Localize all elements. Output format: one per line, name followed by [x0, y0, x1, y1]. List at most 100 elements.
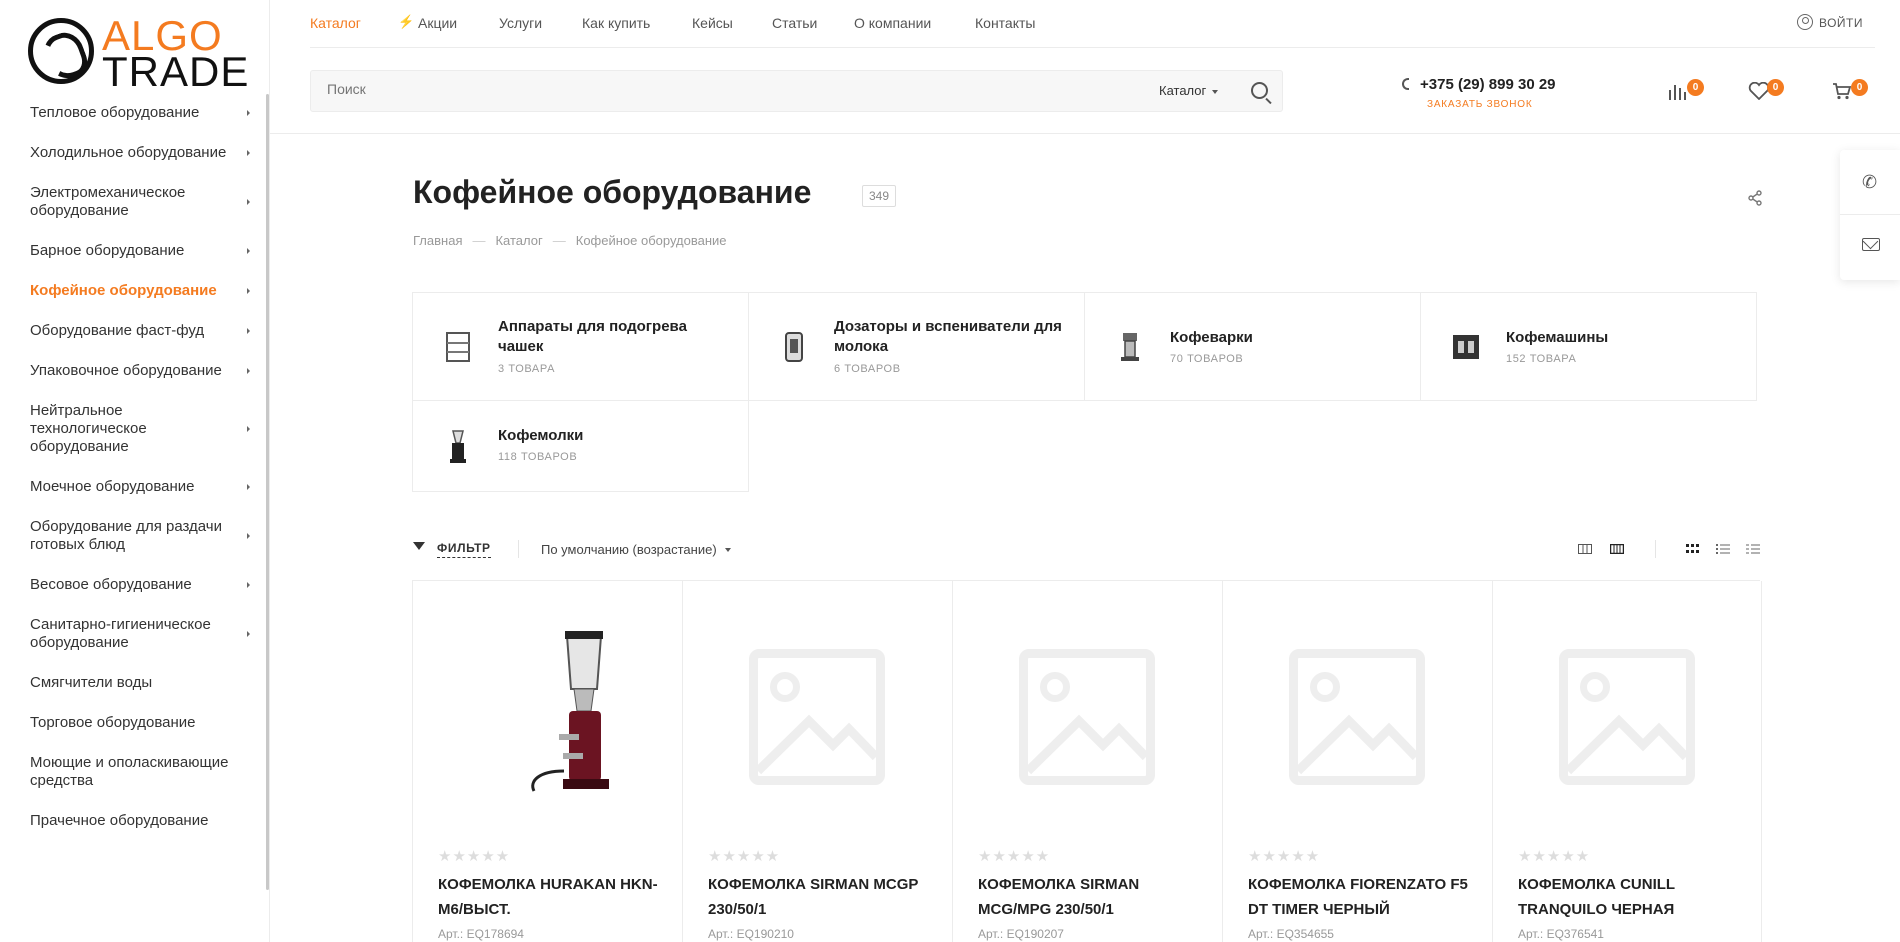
sidebar-item-packaging[interactable]: Упаковочное оборудование — [30, 362, 250, 380]
sidebar-scrollbar[interactable] — [266, 94, 269, 890]
chevron-right-icon — [247, 368, 250, 374]
sidebar-item-serving[interactable]: Оборудование для раздачи готовых блюд — [30, 518, 250, 554]
sidebar-item-thermal[interactable]: Тепловое оборудование — [30, 104, 250, 122]
callback-phone-icon[interactable]: ✆ — [1862, 172, 1877, 193]
sidebar-item-label: Моющие и ополаскивающие средства — [30, 754, 229, 789]
logo-text-trade: TRADE — [102, 48, 250, 95]
sidebar-item-refrigeration[interactable]: Холодильное оборудование — [30, 144, 250, 162]
sidebar-item-dishwashing[interactable]: Моечное оборудование — [30, 478, 250, 496]
login-button[interactable]: ВОЙТИ — [1796, 14, 1863, 30]
share-icon[interactable] — [1747, 190, 1763, 206]
milk-frother-thumbnail — [785, 332, 803, 362]
sidebar-item-laundry[interactable]: Прачечное оборудование — [30, 812, 250, 830]
chevron-right-icon — [247, 288, 250, 294]
nav-about[interactable]: О компании — [854, 15, 931, 31]
sidebar-item-label: Моечное оборудование — [30, 478, 195, 495]
callback-link[interactable]: ЗАКАЗАТЬ ЗВОНОК — [1427, 99, 1532, 110]
nav-cases[interactable]: Кейсы — [692, 15, 733, 31]
sidebar-item-coffee[interactable]: Кофейное оборудование — [30, 282, 250, 300]
breadcrumb-current: Кофейное оборудование — [575, 233, 727, 248]
product-name[interactable]: КОФЕМОЛКА SIRMAN MCG/MPG 230/50/1 — [978, 872, 1208, 922]
product-article: Арт.: EQ354655 — [1248, 927, 1334, 941]
subcategory-name: Кофеварки — [1170, 329, 1253, 346]
nav-contacts[interactable]: Контакты — [975, 15, 1035, 31]
filter-button[interactable]: ФИЛЬТР — [413, 541, 491, 558]
sidebar-item-sanitary[interactable]: Санитарно-гигиеническое оборудование — [30, 616, 250, 652]
subcategory-card[interactable]: Кофемолки 118 ТОВАРОВ — [412, 400, 749, 492]
subcategory-card[interactable]: Аппараты для подогрева чашек 3 ТОВАРА — [412, 292, 749, 401]
search-icon[interactable] — [1251, 82, 1268, 99]
nav-catalog[interactable]: Каталог — [310, 15, 361, 31]
top-navigation: Каталог ⚡ Акции Услуги Как купить Кейсы … — [310, 0, 1875, 48]
sidebar-item-label: Тепловое оборудование — [30, 104, 200, 121]
nav-services[interactable]: Услуги — [499, 15, 542, 31]
filter-label: ФИЛЬТР — [437, 541, 491, 555]
product-name[interactable]: КОФЕМОЛКА FIORENZATO F5 DT TIMER ЧЕРНЫЙ — [1248, 872, 1478, 922]
filter-icon — [413, 542, 425, 550]
divider — [1655, 540, 1656, 558]
subcategory-name: Кофемашины — [1506, 329, 1609, 346]
subcategory-card[interactable]: Кофемашины 152 ТОВАРА — [1420, 292, 1757, 401]
phone-number[interactable]: +375 (29) 899 30 29 — [1420, 76, 1556, 93]
rating-stars: ★★★★★ — [438, 848, 511, 865]
sidebar-item-detergents[interactable]: Моющие и ополаскивающие средства — [30, 754, 250, 790]
sidebar-item-neutral[interactable]: Нейтральное технологическое оборудование — [30, 402, 250, 456]
product-card[interactable]: ★★★★★ КОФЕМОЛКА HURAKAN HKN-M6/ВЫСТ. Арт… — [412, 581, 682, 942]
cup-warmer-thumbnail — [446, 332, 470, 362]
sidebar-item-electromechanical[interactable]: Электромеханическое оборудование — [30, 184, 250, 220]
list-view-icon[interactable] — [1716, 544, 1730, 554]
compare-button[interactable]: 0 — [1668, 79, 1704, 100]
grid-view-icon[interactable] — [1686, 544, 1700, 554]
table-view-icon[interactable] — [1746, 544, 1760, 554]
product-card[interactable]: ★★★★★ КОФЕМОЛКА CUNILL TRANQUILO ЧЕРНАЯ … — [1492, 581, 1762, 942]
breadcrumb-separator: — — [552, 233, 566, 248]
product-card[interactable]: ★★★★★ КОФЕМОЛКА SIRMAN MCGP 230/50/1 Арт… — [682, 581, 952, 942]
columns-3-icon[interactable] — [1578, 544, 1592, 554]
sidebar-item-label: Оборудование для раздачи готовых блюд — [30, 518, 223, 553]
subcategory-card[interactable]: Кофеварки 70 ТОВАРОВ — [1084, 292, 1421, 401]
rating-stars: ★★★★★ — [978, 848, 1051, 865]
rating-stars: ★★★★★ — [1518, 848, 1591, 865]
image-placeholder-icon — [1289, 649, 1425, 785]
sort-select[interactable]: По умолчанию (возрастание) — [541, 542, 731, 557]
header-divider — [270, 133, 1900, 134]
search-bar: Каталог — [310, 70, 1283, 112]
mail-icon[interactable] — [1862, 238, 1880, 251]
favorites-button[interactable]: 0 — [1748, 79, 1784, 101]
sidebar-item-fastfood[interactable]: Оборудование фаст-фуд — [30, 322, 250, 340]
search-input[interactable] — [327, 81, 1127, 97]
breadcrumb-home[interactable]: Главная — [413, 233, 462, 248]
columns-4-icon[interactable] — [1610, 544, 1624, 554]
nav-how-to-buy[interactable]: Как купить — [582, 15, 650, 31]
nav-promotions[interactable]: Акции — [418, 15, 457, 31]
rating-stars: ★★★★★ — [708, 848, 781, 865]
chevron-right-icon — [247, 533, 250, 539]
cart-button[interactable]: 0 — [1832, 79, 1868, 100]
cart-icon — [1833, 83, 1852, 100]
product-card[interactable]: ★★★★★ КОФЕМОЛКА FIORENZATO F5 DT TIMER Ч… — [1222, 581, 1492, 942]
product-count-badge: 349 — [862, 185, 897, 207]
sidebar-item-bar[interactable]: Барное оборудование — [30, 242, 250, 260]
nav-articles[interactable]: Статьи — [772, 15, 817, 31]
subcategory-count: 6 ТОВАРОВ — [834, 363, 901, 375]
product-article: Арт.: EQ178694 — [438, 927, 524, 941]
sidebar-item-water-softeners[interactable]: Смягчители воды — [30, 674, 250, 692]
logo[interactable]: ALGO TRADE — [28, 15, 248, 93]
product-name[interactable]: КОФЕМОЛКА CUNILL TRANQUILO ЧЕРНАЯ — [1518, 872, 1748, 922]
subcategory-card[interactable]: Дозаторы и вспениватели для молока 6 ТОВ… — [748, 292, 1085, 401]
sidebar-item-label: Холодильное оборудование — [30, 144, 227, 161]
breadcrumb-catalog[interactable]: Каталог — [495, 233, 542, 248]
product-card[interactable]: ★★★★★ КОФЕМОЛКА SIRMAN MCG/MPG 230/50/1 … — [952, 581, 1222, 942]
product-name[interactable]: КОФЕМОЛКА SIRMAN MCGP 230/50/1 — [708, 872, 938, 922]
product-name[interactable]: КОФЕМОЛКА HURAKAN HKN-M6/ВЫСТ. — [438, 872, 668, 922]
chevron-right-icon — [247, 199, 250, 205]
phone-icon — [1402, 78, 1409, 90]
sidebar-item-weighing[interactable]: Весовое оборудование — [30, 576, 250, 594]
favorites-count-badge: 0 — [1767, 79, 1784, 96]
subcategory-name: Аппараты для подогрева чашек — [498, 318, 687, 355]
search-category-select[interactable]: Каталог — [1159, 83, 1219, 98]
product-article: Арт.: EQ376541 — [1518, 927, 1604, 941]
sidebar-item-retail[interactable]: Торговое оборудование — [30, 714, 250, 732]
sidebar-item-label: Санитарно-гигиеническое оборудование — [30, 616, 211, 651]
coffee-grinder-thumbnail — [450, 430, 466, 463]
